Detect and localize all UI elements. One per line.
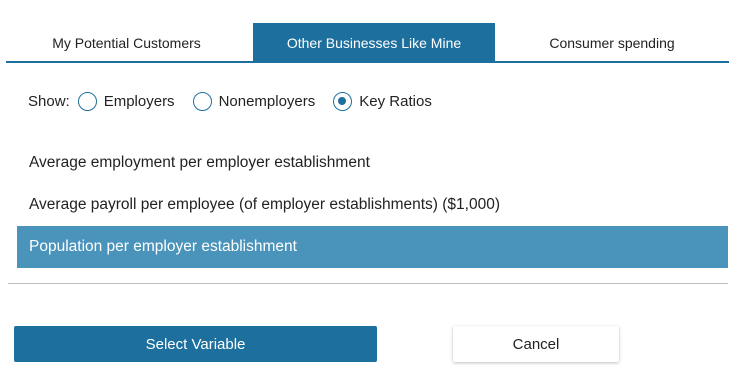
tab-my-potential-customers[interactable]: My Potential Customers: [6, 23, 247, 63]
variable-item-avg-employment[interactable]: Average employment per employer establis…: [17, 142, 728, 184]
tab-other-businesses-like-mine[interactable]: Other Businesses Like Mine: [253, 23, 495, 63]
tab-bar: My Potential Customers Other Businesses …: [6, 23, 729, 63]
variable-item-avg-payroll[interactable]: Average payroll per employee (of employe…: [17, 184, 728, 226]
radio-nonemployers[interactable]: Nonemployers: [192, 91, 316, 111]
select-variable-button[interactable]: Select Variable: [14, 326, 377, 362]
show-label: Show:: [28, 92, 70, 110]
cancel-button[interactable]: Cancel: [453, 326, 619, 362]
radio-circle-icon[interactable]: [192, 91, 212, 111]
radio-employers[interactable]: Employers: [77, 91, 175, 111]
radio-checked-icon[interactable]: [333, 91, 353, 111]
radio-circle-icon[interactable]: [77, 91, 97, 111]
radio-employers-label: Employers: [103, 92, 175, 110]
tab-consumer-spending[interactable]: Consumer spending: [495, 23, 729, 63]
radio-key-ratios-label: Key Ratios: [359, 92, 432, 110]
variable-list: Average employment per employer establis…: [17, 142, 728, 268]
radio-key-ratios[interactable]: Key Ratios: [333, 91, 432, 111]
radio-nonemployers-label: Nonemployers: [218, 92, 316, 110]
divider: [8, 283, 728, 284]
variable-item-population[interactable]: Population per employer establishment: [17, 226, 728, 268]
show-filter: Show: Employers Nonemployers Key Ratios: [28, 88, 450, 114]
